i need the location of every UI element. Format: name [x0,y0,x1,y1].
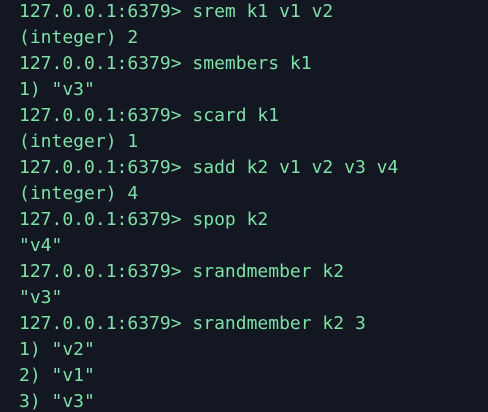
output-line: 2) "v1" [19,365,95,386]
terminal-window[interactable]: 127.0.0.1:6379> srem k1 v1 v2 (integer) … [0,0,488,412]
terminal-output: 127.0.0.1:6379> srem k1 v1 v2 (integer) … [19,0,398,412]
prompt-line: 127.0.0.1:6379> srandmember k2 [19,261,345,282]
output-line: 1) "v2" [19,339,95,360]
output-line: "v3" [19,287,63,308]
output-line: (integer) 1 [19,131,139,152]
prompt-line: 127.0.0.1:6379> srem k1 v1 v2 [19,1,334,22]
output-line: (integer) 4 [19,183,139,204]
prompt-line: 127.0.0.1:6379> sadd k2 v1 v2 v3 v4 [19,157,399,178]
output-line: 3) "v3" [19,391,95,412]
prompt-line: 127.0.0.1:6379> scard k1 [19,105,280,126]
output-line: 1) "v3" [19,79,95,100]
output-line: "v4" [19,235,63,256]
prompt-line: 127.0.0.1:6379> spop k2 [19,209,269,230]
prompt-line: 127.0.0.1:6379> srandmember k2 3 [19,313,366,334]
prompt-line: 127.0.0.1:6379> smembers k1 [19,53,312,74]
output-line: (integer) 2 [19,27,139,48]
